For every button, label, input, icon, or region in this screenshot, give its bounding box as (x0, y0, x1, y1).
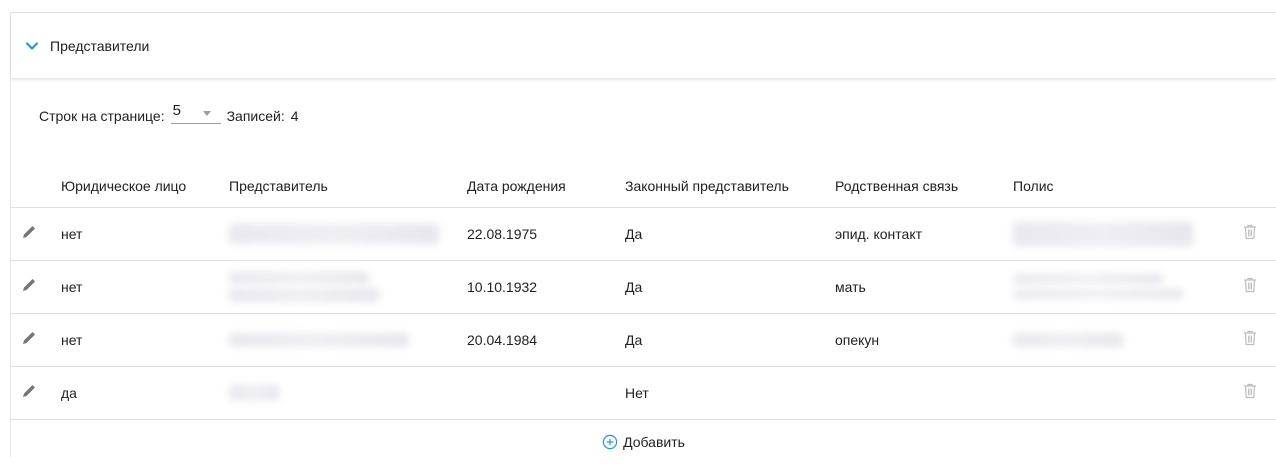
cell-policy (1013, 207, 1223, 261)
redacted-policy (1013, 274, 1163, 284)
cell-relationship (835, 366, 1013, 420)
rows-per-page-label: Строк на странице: (39, 108, 165, 124)
redacted-policy (1013, 221, 1193, 246)
add-button[interactable]: Добавить (602, 434, 685, 450)
pagination-toolbar: Строк на странице: 5 Записей: 4 (11, 79, 1276, 153)
chevron-down-icon[interactable] (25, 39, 39, 53)
representatives-table: Юридическое лицо Представитель Дата рожд… (11, 153, 1276, 420)
trash-icon[interactable] (1243, 224, 1257, 240)
pencil-icon[interactable] (21, 330, 37, 346)
trash-icon[interactable] (1243, 277, 1257, 293)
table-row: нет 22.08.1975 Да эпид. контакт (11, 207, 1276, 261)
cell-policy (1013, 366, 1223, 420)
header-legal-representative[interactable]: Законный представитель (625, 153, 835, 208)
plus-circle-icon (602, 434, 618, 449)
header-policy[interactable]: Полис (1013, 153, 1223, 208)
redacted-policy (1013, 289, 1183, 299)
redacted-name (229, 287, 379, 302)
cell-birth-date (467, 366, 625, 420)
pencil-icon[interactable] (21, 277, 37, 293)
redacted-name (229, 384, 279, 401)
cell-legal-representative: Да (625, 207, 835, 261)
cell-representative (229, 260, 467, 314)
records-label: Записей: (226, 108, 285, 124)
rows-per-page-value: 5 (172, 102, 181, 119)
cell-legal-entity: нет (51, 313, 229, 367)
cell-relationship: эпид. контакт (835, 207, 1013, 261)
cell-policy (1013, 260, 1223, 314)
header-birth-date[interactable]: Дата рождения (467, 153, 625, 208)
cell-representative (229, 313, 467, 367)
redacted-name (229, 332, 409, 347)
cell-legal-entity: нет (51, 207, 229, 261)
redacted-name (229, 223, 439, 244)
cell-birth-date: 10.10.1932 (467, 260, 625, 314)
representatives-panel: Представители Строк на странице: 5 Запис… (10, 12, 1276, 457)
pencil-icon[interactable] (21, 383, 37, 399)
redacted-name (229, 271, 369, 284)
redacted-policy (1013, 332, 1123, 347)
dropdown-arrow-icon (202, 111, 211, 116)
cell-relationship: мать (835, 260, 1013, 314)
table-header-row: Юридическое лицо Представитель Дата рожд… (11, 153, 1276, 208)
cell-legal-representative: Да (625, 313, 835, 367)
cell-policy (1013, 313, 1223, 367)
records-count: 4 (290, 108, 299, 124)
add-button-label: Добавить (623, 433, 685, 450)
trash-icon[interactable] (1243, 330, 1257, 346)
table-row: да Нет (11, 366, 1276, 420)
table-row: нет 10.10.1932 Да мать (11, 260, 1276, 314)
table-row: нет 20.04.1984 Да опекун (11, 313, 1276, 367)
cell-birth-date: 22.08.1975 (467, 207, 625, 261)
header-relationship[interactable]: Родственная связь (835, 153, 1013, 208)
cell-representative (229, 366, 467, 420)
cell-legal-representative: Нет (625, 366, 835, 420)
cell-birth-date: 20.04.1984 (467, 313, 625, 367)
cell-representative (229, 207, 467, 261)
cell-legal-entity: нет (51, 260, 229, 314)
pencil-icon[interactable] (21, 224, 37, 240)
header-legal-entity[interactable]: Юридическое лицо (51, 153, 229, 208)
cell-legal-representative: Да (625, 260, 835, 314)
header-delete-column (1223, 153, 1276, 208)
header-edit-column (11, 153, 51, 208)
rows-per-page-select[interactable]: 5 (170, 102, 221, 124)
header-representative[interactable]: Представитель (229, 153, 467, 208)
trash-icon[interactable] (1243, 383, 1257, 399)
cell-relationship: опекун (835, 313, 1013, 367)
section-title: Представители (50, 37, 150, 54)
section-header[interactable]: Представители (11, 13, 1276, 79)
cell-legal-entity: да (51, 366, 229, 420)
